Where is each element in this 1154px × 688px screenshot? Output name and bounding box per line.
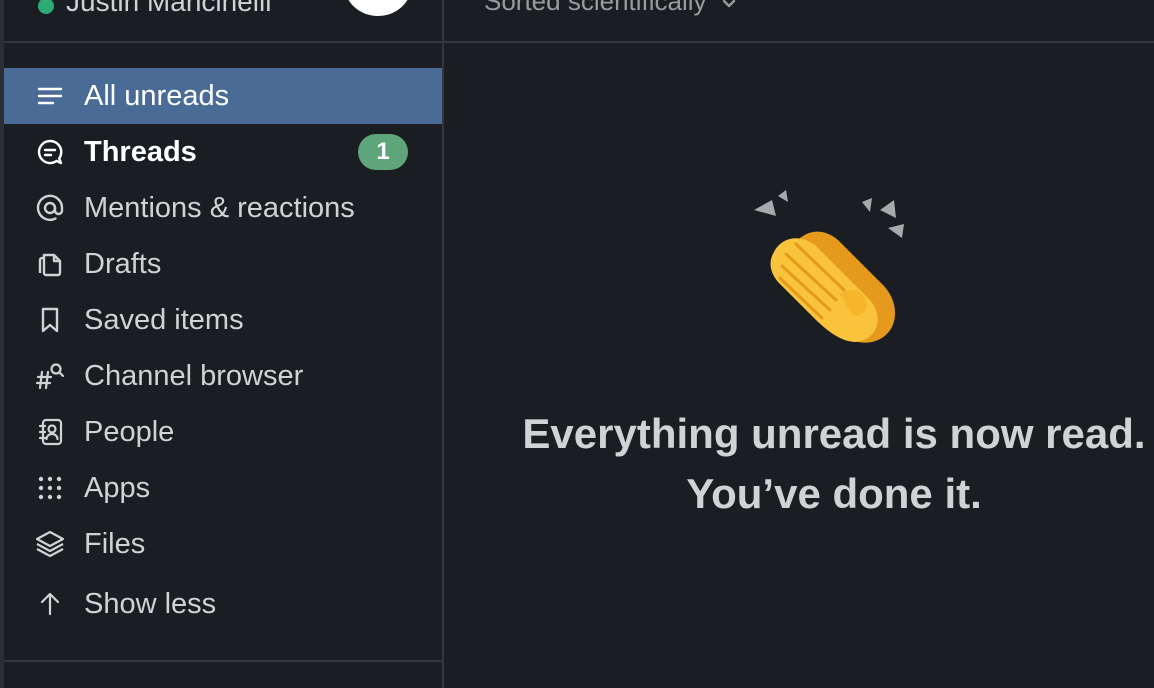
main-header: Sorted scientifically bbox=[444, 0, 1154, 43]
sidebar-item-label: Files bbox=[84, 527, 146, 560]
sidebar-item-drafts[interactable]: Drafts bbox=[4, 236, 442, 292]
bookmark-icon bbox=[32, 302, 68, 338]
empty-state-line-2: You’ve done it. bbox=[686, 470, 982, 517]
chevron-down-icon bbox=[722, 0, 735, 7]
lines-icon bbox=[32, 78, 68, 114]
sidebar-item-label: Saved items bbox=[84, 303, 244, 336]
sidebar-item-people[interactable]: People bbox=[4, 404, 442, 460]
arrow-up-icon bbox=[32, 586, 68, 622]
sort-label: Sorted scientifically bbox=[484, 0, 707, 16]
sidebar-item-label: All unreads bbox=[84, 79, 230, 112]
unread-count-badge: 1 bbox=[358, 134, 408, 170]
sidebar-item-saved[interactable]: Saved items bbox=[4, 292, 442, 348]
apps-grid-icon bbox=[32, 470, 68, 506]
sidebar-item-label: Drafts bbox=[84, 247, 162, 280]
sidebar: Justin Mancinelli All unreads Threads 1 … bbox=[0, 0, 444, 688]
workspace-header: Justin Mancinelli bbox=[4, 0, 442, 43]
empty-state-line-1: Everything unread is now read. bbox=[522, 410, 1146, 457]
sort-dropdown[interactable]: Sorted scientifically bbox=[484, 0, 739, 17]
drafts-icon bbox=[32, 246, 68, 282]
people-icon bbox=[32, 414, 68, 450]
main-pane: Sorted scientifically Everything unread … bbox=[444, 0, 1154, 688]
sidebar-item-threads[interactable]: Threads 1 bbox=[4, 124, 442, 180]
sidebar-item-channel-browser[interactable]: Channel browser bbox=[4, 348, 442, 404]
sidebar-nav: All unreads Threads 1 Mentions & reactio… bbox=[4, 68, 442, 636]
channel-browser-icon bbox=[32, 358, 68, 394]
sidebar-item-mentions[interactable]: Mentions & reactions bbox=[4, 180, 442, 236]
sidebar-item-label: Channel browser bbox=[84, 359, 304, 392]
at-icon bbox=[32, 190, 68, 226]
user-name[interactable]: Justin Mancinelli bbox=[66, 0, 271, 18]
sidebar-item-apps[interactable]: Apps bbox=[4, 460, 442, 516]
sidebar-item-label: Threads bbox=[84, 135, 197, 168]
show-less-label: Show less bbox=[84, 587, 217, 620]
empty-state-message: Everything unread is now read. You’ve do… bbox=[504, 404, 1154, 524]
sidebar-item-label: People bbox=[84, 415, 175, 448]
avatar[interactable] bbox=[344, 0, 412, 16]
sidebar-item-label: Mentions & reactions bbox=[84, 191, 355, 224]
sidebar-item-label: Apps bbox=[84, 471, 151, 504]
presence-indicator bbox=[38, 0, 54, 14]
clapping-hands-icon bbox=[754, 190, 904, 343]
show-less-button[interactable]: Show less bbox=[4, 572, 442, 636]
layers-icon bbox=[32, 526, 68, 562]
sidebar-divider bbox=[4, 660, 442, 662]
app-window: Justin Mancinelli All unreads Threads 1 … bbox=[0, 0, 1154, 688]
sidebar-item-all-unreads[interactable]: All unreads bbox=[4, 68, 442, 124]
sidebar-item-files[interactable]: Files bbox=[4, 516, 442, 572]
threads-icon bbox=[32, 134, 68, 170]
